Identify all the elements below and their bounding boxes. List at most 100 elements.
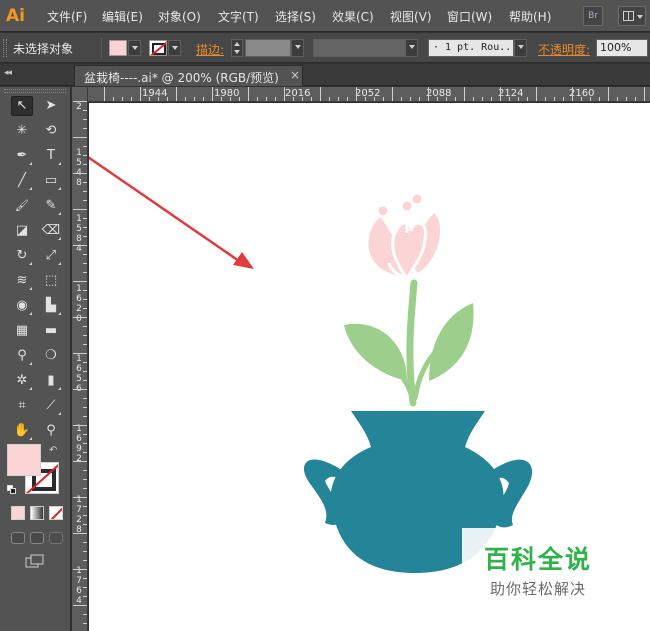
selection-tool-icon: ↖ <box>16 98 28 113</box>
bridge-button[interactable]: Br <box>583 6 603 26</box>
lasso-tool[interactable]: ⟲ <box>40 121 62 141</box>
collapse-panels-icon[interactable]: ◂◂ <box>4 68 12 78</box>
menu-window[interactable]: 窗口(W) <box>447 8 492 25</box>
ruler-tick <box>83 398 87 399</box>
default-fill-stroke-icon[interactable] <box>7 485 17 495</box>
paintbrush-tool[interactable]: 🖌 <box>11 196 33 216</box>
workspace-switcher-button[interactable] <box>618 6 646 26</box>
profile-dropdown-arrow[interactable] <box>405 39 418 57</box>
gradient-mode-button[interactable] <box>30 506 44 520</box>
ruler-tick <box>83 551 87 552</box>
eyedropper-tool[interactable]: ⚲ <box>11 346 33 366</box>
menu-effect[interactable]: 效果(C) <box>332 8 374 25</box>
brush-dropdown-arrow[interactable] <box>514 39 527 57</box>
menu-help[interactable]: 帮助(H) <box>509 8 551 25</box>
draw-inside-button[interactable] <box>49 532 63 544</box>
ruler-tick <box>446 97 447 101</box>
stroke-weight-label[interactable]: 描边: <box>196 41 224 58</box>
menu-select[interactable]: 选择(S) <box>275 8 316 25</box>
ruler-label: 7 <box>76 576 82 586</box>
panel-grip[interactable] <box>4 89 66 93</box>
perspective-grid-tool[interactable]: ▙ <box>40 296 62 316</box>
document-tab-strip: ◂◂ 盆栽椅----.ai* @ 200% (RGB/预览) × <box>0 64 650 86</box>
none-mode-button[interactable] <box>49 506 63 520</box>
ruler-tick <box>545 97 546 101</box>
document-tab[interactable]: 盆栽椅----.ai* @ 200% (RGB/预览) × <box>74 65 303 86</box>
ruler-tick <box>410 97 411 101</box>
draw-behind-button[interactable] <box>30 532 44 544</box>
vertical-ruler[interactable]: 21548158416201656169217281764 <box>72 87 88 631</box>
ruler-label: 1980 <box>214 88 240 99</box>
stroke-weight-stepper[interactable] <box>231 39 243 57</box>
ruler-tick <box>293 97 294 101</box>
pen-tool[interactable]: ✒ <box>11 146 33 166</box>
ruler-tick <box>518 97 519 101</box>
ruler-tick <box>608 87 609 101</box>
gradient-tool[interactable]: ▬ <box>40 321 62 341</box>
stroke-color-swatch[interactable] <box>149 40 167 56</box>
hand-tool[interactable]: ✋ <box>11 421 33 441</box>
swap-fill-stroke-icon[interactable]: ↶ <box>49 445 57 456</box>
menu-view[interactable]: 视图(V) <box>390 8 432 25</box>
opacity-label[interactable]: 不透明度: <box>538 41 590 58</box>
warp-tool[interactable]: ≋ <box>11 271 33 291</box>
scale-tool[interactable]: ⤢ <box>40 246 62 266</box>
ruler-label: 1 <box>76 284 82 294</box>
ruler-tick <box>83 299 87 300</box>
menu-file[interactable]: 文件(F) <box>47 8 87 25</box>
shape-builder-tool[interactable]: ◉ <box>11 296 33 316</box>
panel-grip[interactable] <box>3 39 7 57</box>
slice-tool[interactable]: ⟋ <box>40 396 62 416</box>
rectangle-tool[interactable]: ▭ <box>40 171 62 191</box>
column-graph-tool[interactable]: ▮ <box>40 371 62 391</box>
color-mode-button[interactable] <box>11 506 25 520</box>
ruler-tick <box>464 87 465 101</box>
ruler-tick <box>73 173 87 174</box>
horizontal-ruler[interactable]: 1944 1980 2016 2052 2088 2124 2160 <box>88 87 650 102</box>
ruler-tick <box>83 506 87 507</box>
close-icon[interactable]: × <box>290 68 300 82</box>
screen-mode-button[interactable] <box>25 554 45 568</box>
type-tool[interactable]: T <box>40 146 62 166</box>
pencil-tool[interactable]: ✎ <box>40 196 62 216</box>
variable-width-profile-dropdown[interactable] <box>313 39 407 57</box>
ruler-tick <box>83 380 87 381</box>
ruler-tick <box>83 335 87 336</box>
blob-brush-tool[interactable]: ◪ <box>11 221 33 241</box>
opacity-input[interactable]: 100% <box>596 39 648 57</box>
rotate-tool[interactable]: ↻ <box>11 246 33 266</box>
blend-tool[interactable]: ❍ <box>40 346 62 366</box>
ruler-tick <box>83 479 87 480</box>
ruler-tick <box>140 87 141 101</box>
stroke-dropdown[interactable] <box>168 40 181 56</box>
blob-brush-tool-icon: ◪ <box>15 223 29 238</box>
symbol-sprayer-tool[interactable]: ✲ <box>11 371 33 391</box>
menu-object[interactable]: 对象(O) <box>158 8 201 25</box>
ruler-tick <box>83 614 87 615</box>
ruler-tick <box>73 425 87 426</box>
fill-dropdown[interactable] <box>128 40 141 56</box>
free-transform-tool[interactable]: ⬚ <box>40 271 62 291</box>
brush-definition-dropdown[interactable]: · 1 pt. Rou... <box>428 39 514 57</box>
zoom-tool[interactable]: ⚲ <box>40 421 62 441</box>
stroke-weight-input[interactable] <box>245 39 291 57</box>
eraser-tool[interactable]: ⌫ <box>40 221 62 241</box>
ruler-tick <box>383 97 384 101</box>
mesh-tool[interactable]: ▦ <box>11 321 33 341</box>
fill-color-box[interactable] <box>7 444 41 476</box>
magic-wand-tool-icon: ✳ <box>16 123 28 138</box>
perspective-grid-tool-icon: ▙ <box>46 298 56 313</box>
ruler-tick <box>392 87 393 101</box>
stroke-weight-dropdown[interactable] <box>291 39 304 57</box>
draw-normal-button[interactable] <box>11 532 25 544</box>
blend-tool-icon: ❍ <box>45 348 57 363</box>
menu-edit[interactable]: 编辑(E) <box>102 8 143 25</box>
artboard-tool[interactable]: ⌗ <box>11 396 33 416</box>
fill-color-swatch[interactable] <box>109 40 127 56</box>
line-tool[interactable]: ╱ <box>11 171 33 191</box>
ruler-label: 2 <box>76 454 82 464</box>
magic-wand-tool[interactable]: ✳ <box>11 121 33 141</box>
selection-tool[interactable]: ↖ <box>11 96 33 116</box>
menu-type[interactable]: 文字(T) <box>218 8 259 25</box>
direct-selection-tool[interactable]: ➤ <box>40 96 62 116</box>
